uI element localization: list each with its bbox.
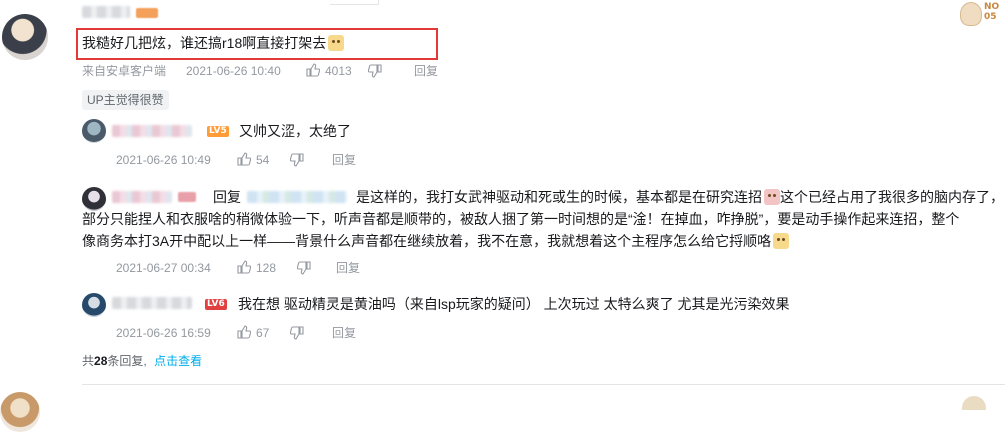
reply-count: 28 [94, 354, 108, 368]
reply-time: 2021-06-26 16:59 [116, 326, 211, 340]
decoration-pendant [962, 396, 986, 410]
like-icon[interactable] [237, 260, 251, 274]
fan-badge: NO 05 [958, 0, 1004, 30]
emoji-cat-icon [773, 233, 790, 249]
level-badge [178, 192, 196, 202]
reply-text: 又帅又涩，太绝了 [239, 123, 351, 139]
like-count: 128 [256, 261, 277, 275]
user-avatar[interactable] [2, 14, 48, 60]
emoji-cat-icon [328, 35, 345, 51]
reply-time: 2021-06-27 00:34 [116, 261, 211, 275]
reply-text-line1: 是这样的，我打女武神驱动和死或生的时候，基本都是在研究连招 这个已经占用了我很多的… [356, 189, 1004, 205]
reply-avatar[interactable] [82, 119, 106, 143]
reply-text-line2: 部分只能捏人和衣服啥的稍微体验一下，听声音都是顺带的，被敌人捆了第一时间想的是“… [82, 211, 960, 227]
level-badge: LV5 [207, 126, 229, 137]
like-count: 54 [256, 153, 270, 167]
comment-time: 2021-06-26 10:40 [186, 64, 281, 78]
dislike-icon[interactable] [290, 326, 304, 340]
like-icon[interactable] [306, 63, 320, 77]
level-badge: LV6 [205, 299, 227, 310]
reply-avatar[interactable] [82, 293, 106, 317]
panel-edge [330, 0, 379, 5]
reply-username-blurred[interactable] [112, 125, 192, 137]
comment-divider [82, 384, 1005, 385]
like-icon[interactable] [237, 325, 251, 339]
reply-button[interactable]: 回复 [336, 261, 360, 275]
level-badge [136, 8, 158, 18]
reply-count-footer: 共28条回复, 点击查看 [82, 354, 203, 368]
view-all-link[interactable]: 点击查看 [154, 354, 202, 368]
reply-username-blurred[interactable] [112, 191, 172, 203]
badge-mascot [960, 2, 982, 26]
badge-number: NO 05 [984, 2, 1000, 22]
dislike-icon[interactable] [297, 261, 311, 275]
like-count: 4013 [325, 64, 352, 78]
dislike-icon[interactable] [290, 153, 304, 167]
next-user-avatar[interactable] [0, 392, 40, 432]
reply-username-blurred[interactable] [112, 297, 192, 309]
reply-button[interactable]: 回复 [332, 326, 356, 340]
reply-text-line3: 像商务本打3A开中配以上一样——背景什么声音都在继续放着，我不在意，我就想着这个… [82, 231, 790, 251]
reply-prefix: 回复 [213, 189, 241, 205]
emoji-pig-icon [764, 189, 780, 205]
reply-avatar[interactable] [82, 187, 106, 211]
like-count: 67 [256, 326, 270, 340]
like-icon[interactable] [237, 152, 251, 166]
up-liked-tag: UP主觉得很赞 [82, 90, 169, 110]
comment-text: 我糙好几把炫，谁还搞r18啊直接打架去 [82, 33, 345, 53]
dislike-icon[interactable] [368, 64, 382, 78]
comment-source: 来自安卓客户端 [82, 64, 167, 78]
reply-text: 我在想 驱动精灵是黄油吗（来自lsp玩家的疑问） 上次玩过 太特么爽了 尤其是光… [238, 296, 790, 312]
reply-button[interactable]: 回复 [414, 64, 438, 78]
reply-button[interactable]: 回复 [332, 153, 356, 167]
username-blurred[interactable] [82, 6, 130, 18]
replied-user-blurred[interactable] [247, 191, 347, 203]
reply-time: 2021-06-26 10:49 [116, 153, 211, 167]
